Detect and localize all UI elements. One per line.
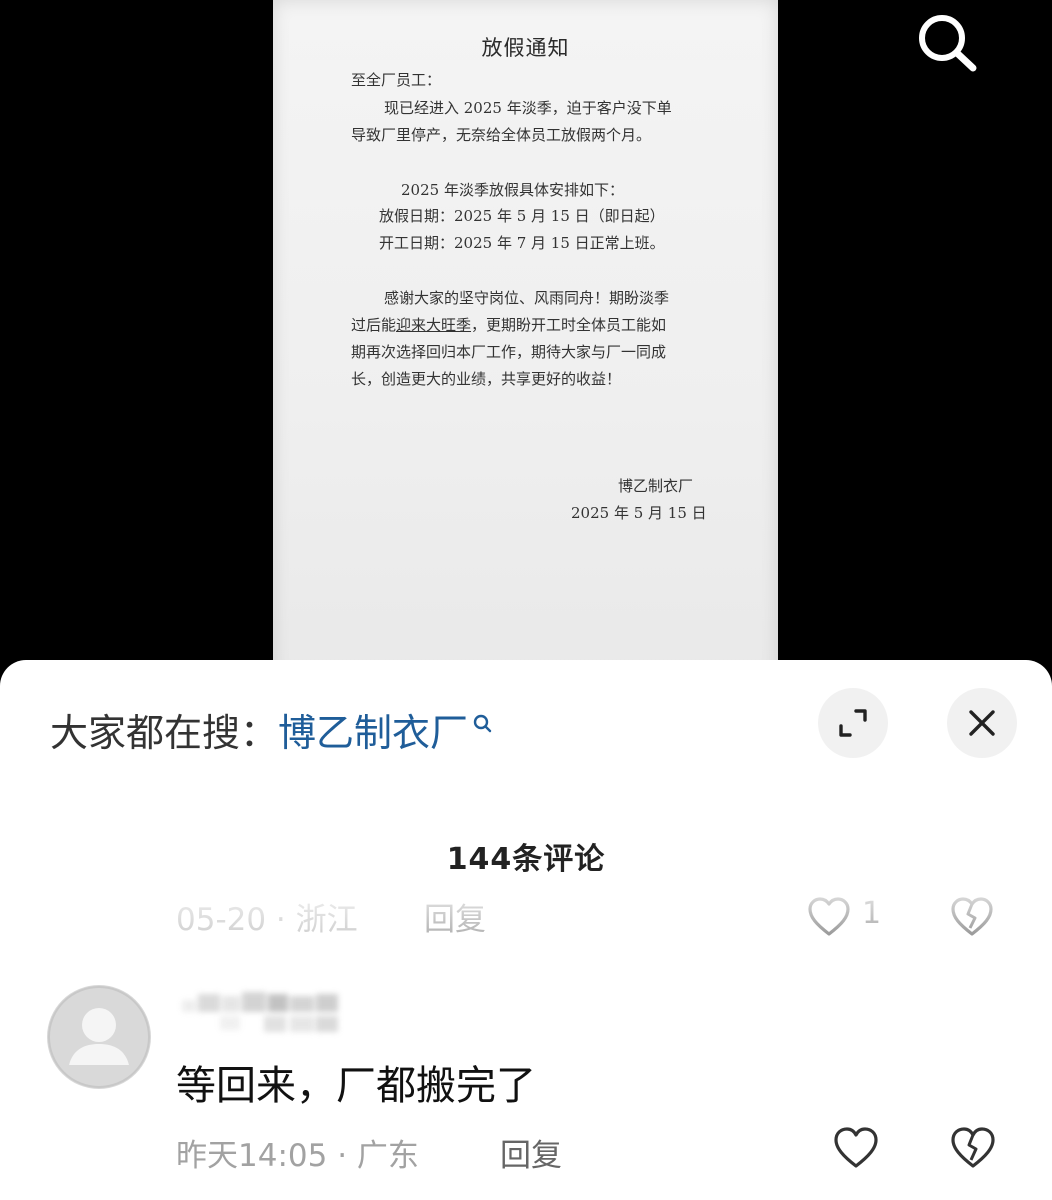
notice-line: 放假日期：2025 年 5 月 15 日（即日起） [379,207,665,225]
close-icon [969,710,995,736]
notice-line: 2025 年淡季放假具体安排如下： [401,181,624,199]
comment-count: 144条评论 [446,842,606,877]
hot-search-prefix: 大家都在搜： [50,711,279,755]
reply-button[interactable]: 回复 [424,894,486,939]
avatar[interactable] [47,985,151,1089]
search-button[interactable] [912,8,982,74]
notice-line: 感谢大家的坚守岗位、风雨同舟！期盼淡季 [384,289,670,307]
hot-search-bar[interactable]: 大家都在搜：博乙制衣厂 [50,702,494,757]
notice-paper: 放假通知 至全厂员工： 现已经进入 2025 年淡季，迫于客户没下单 导致厂里停… [273,0,778,680]
broken-heart-icon[interactable] [948,896,996,938]
notice-date: 2025 年 5 月 15 日 [571,504,707,522]
notice-underlined-text: 迎来大旺季 [396,316,472,334]
notice-line: 长，创造更大的业绩，共享更好的收益！ [351,370,622,388]
expand-button[interactable] [818,688,888,758]
notice-line: 过后能迎来大旺季，更期盼开工时全体员工能如 [351,316,666,334]
notice-text: ，更期盼开工时全体员工能如 [471,316,667,334]
notice-line: 期再次选择回归本厂工作，期待大家与厂一同成 [351,343,667,361]
heart-icon[interactable] [806,896,852,938]
notice-signature: 博乙制衣厂 [618,477,694,495]
notice-line: 导致厂里停产，无奈给全体员工放假两个月。 [351,126,652,144]
comment-meta: 昨天14:05 · 广东 [176,1138,419,1174]
post-image[interactable]: 放假通知 至全厂员工： 现已经进入 2025 年淡季，迫于客户没下单 导致厂里停… [0,0,1052,680]
scroll-fade [0,885,1052,955]
notice-line: 现已经进入 2025 年淡季，迫于客户没下单 [384,99,672,117]
notice-line: 开工日期：2025 年 7 月 15 日正常上班。 [379,234,665,252]
expand-icon [839,709,867,737]
search-icon [919,15,977,72]
avatar-placeholder [48,986,150,1088]
notice-text: 过后能 [351,316,397,334]
notice-title: 放假通知 [481,36,570,60]
hot-search-term[interactable]: 博乙制衣厂 [278,711,468,755]
comments-sheet: 大家都在搜：博乙制衣厂 144条评论 05-20 · 浙江 回复 1 等回来，厂… [0,660,1052,1200]
search-icon [472,702,494,746]
like-count: 1 [862,896,882,931]
notice-line: 至全厂员工： [351,71,442,89]
heart-icon[interactable] [832,1126,880,1170]
broken-heart-icon[interactable] [948,1126,998,1170]
comment-meta: 05-20 · 浙江 [176,902,358,938]
close-button[interactable] [947,688,1017,758]
comment-text: 等回来，厂都搬完了 [176,1063,536,1109]
username-blurred[interactable] [180,990,342,1044]
reply-button[interactable]: 回复 [500,1130,562,1175]
